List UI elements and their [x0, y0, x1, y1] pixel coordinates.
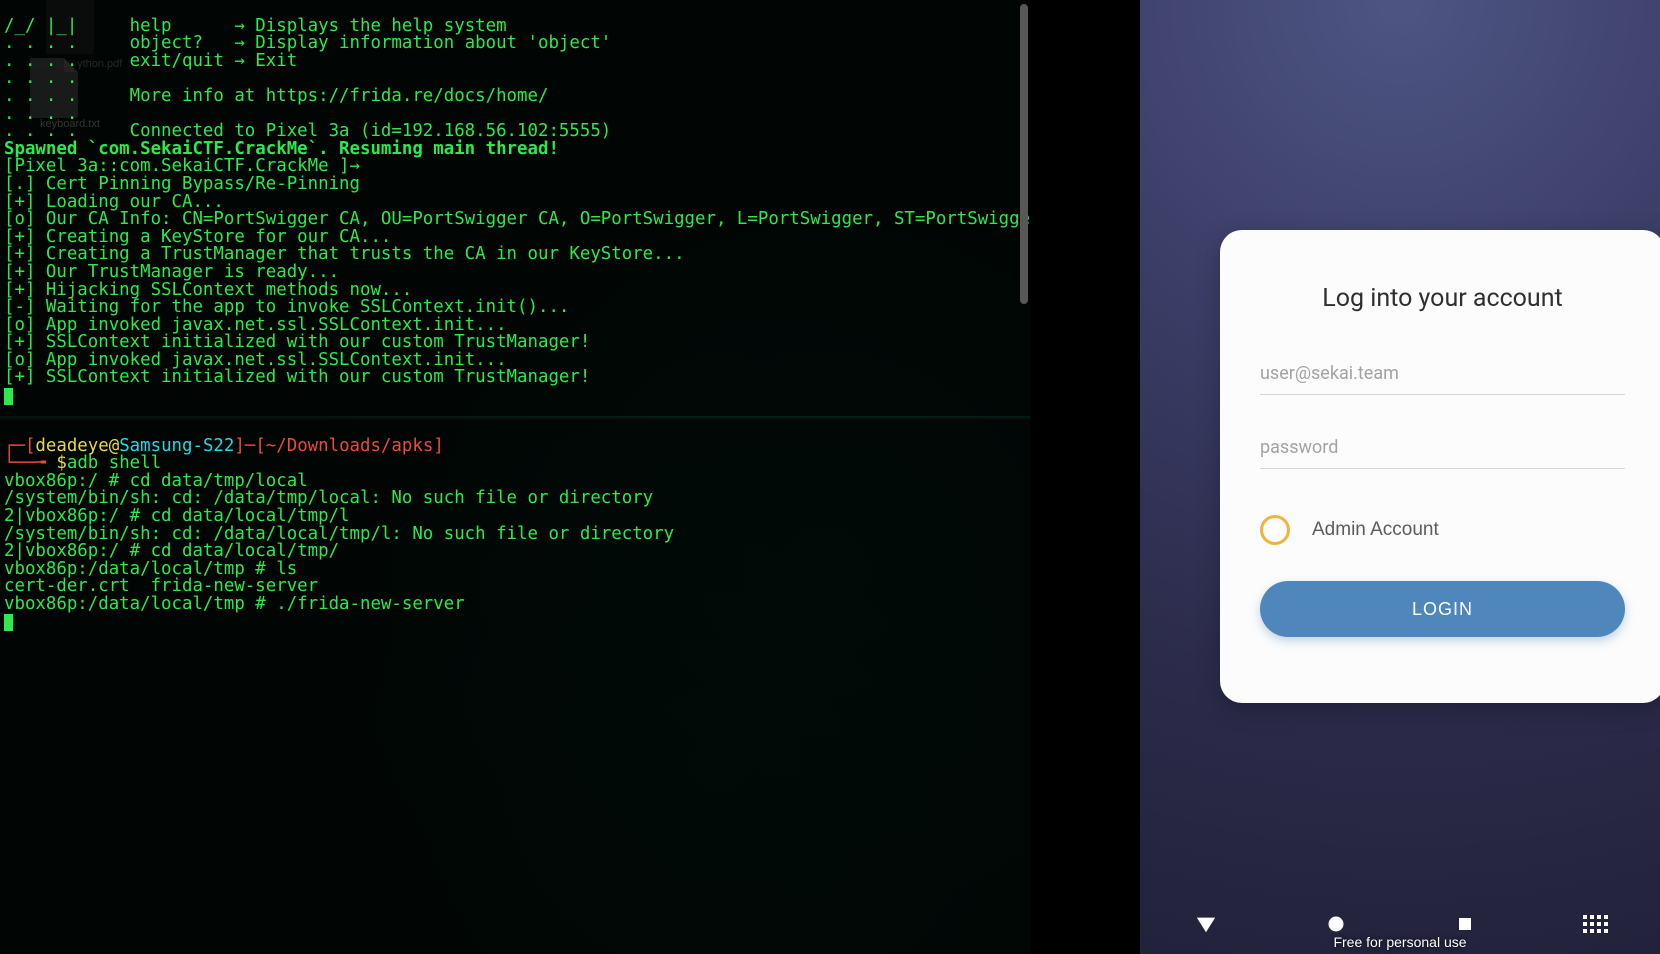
login-card: Log into your account Admin Account LOGI…	[1220, 230, 1660, 703]
nav-home-icon[interactable]	[1326, 914, 1346, 934]
email-field[interactable]	[1260, 353, 1625, 395]
linux-desktop: blackhatpython.pdf keyboard.txt /_/ |_| …	[0, 0, 1030, 954]
panel-gap	[1030, 0, 1140, 954]
prompt-segment: ]─[	[234, 436, 265, 456]
terminal-adb[interactable]: ┌─[deadeye@Samsung-S22]─[~/Downloads/apk…	[0, 418, 1030, 954]
prompt-segment: ]	[433, 436, 443, 456]
emulator-watermark: Free for personal use	[1333, 934, 1466, 950]
terminal-cursor	[4, 388, 13, 405]
nav-keyboard-icon[interactable]	[1583, 915, 1605, 933]
terminal-frida[interactable]: /_/ |_| help → Displays the help system …	[0, 0, 1030, 416]
admin-account-label: Admin Account	[1312, 519, 1439, 541]
prompt-path: ~/Downloads/apks	[266, 436, 434, 456]
android-emulator-screen[interactable]: Log into your account Admin Account LOGI…	[1140, 0, 1660, 954]
terminal-cursor	[4, 614, 13, 631]
login-button[interactable]: LOGIN	[1260, 581, 1625, 637]
term-line: . . . . More info at https://frida.re/do…	[4, 86, 548, 106]
terminal-scrollbar[interactable]	[1020, 4, 1028, 304]
login-title: Log into your account	[1260, 284, 1625, 313]
password-field[interactable]	[1260, 427, 1625, 469]
admin-account-radio[interactable]	[1260, 515, 1290, 545]
term-line: vbox86p:/data/local/tmp # ./frida-new-se…	[4, 594, 465, 614]
emulator-panel: Log into your account Admin Account LOGI…	[1030, 0, 1660, 954]
nav-recents-icon[interactable]	[1456, 915, 1474, 933]
nav-back-icon[interactable]	[1195, 913, 1217, 935]
term-line: [+] SSLContext initialized with our cust…	[4, 367, 590, 387]
